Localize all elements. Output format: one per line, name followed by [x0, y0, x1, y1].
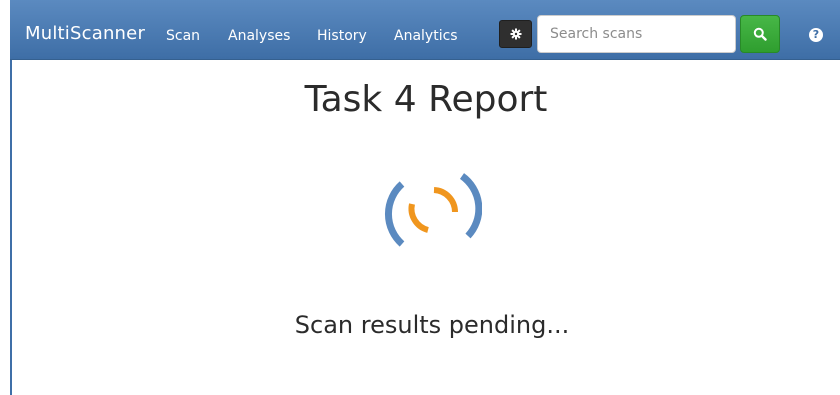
settings-button[interactable]	[499, 20, 532, 48]
search-icon	[753, 27, 767, 41]
nav-item-analytics[interactable]: Analytics	[394, 27, 458, 45]
search-button[interactable]	[740, 15, 780, 53]
status-message: Scan results pending...	[294, 311, 570, 339]
question-circle-icon[interactable]: ?	[809, 28, 823, 42]
nav-item-analyses[interactable]: Analyses	[228, 27, 290, 45]
nav-item-history[interactable]: History	[317, 27, 367, 45]
brand-link[interactable]: MultiScanner	[25, 22, 145, 46]
page-title: Task 4 Report	[304, 79, 548, 120]
search-input[interactable]	[537, 15, 736, 53]
loading-spinner-icon	[385, 173, 482, 247]
spinner-inner-arc-bottom	[408, 203, 429, 233]
nav-item-scan[interactable]: Scan	[166, 27, 200, 45]
spinner-inner-arc-top	[433, 187, 459, 213]
gear-icon	[510, 28, 521, 40]
spinner-outer-arc-left	[385, 181, 405, 247]
page: MultiScanner Scan Analyses History Analy…	[0, 0, 840, 395]
spinner-outer-arc-right	[459, 173, 482, 239]
navbar: MultiScanner Scan Analyses History Analy…	[10, 0, 840, 60]
